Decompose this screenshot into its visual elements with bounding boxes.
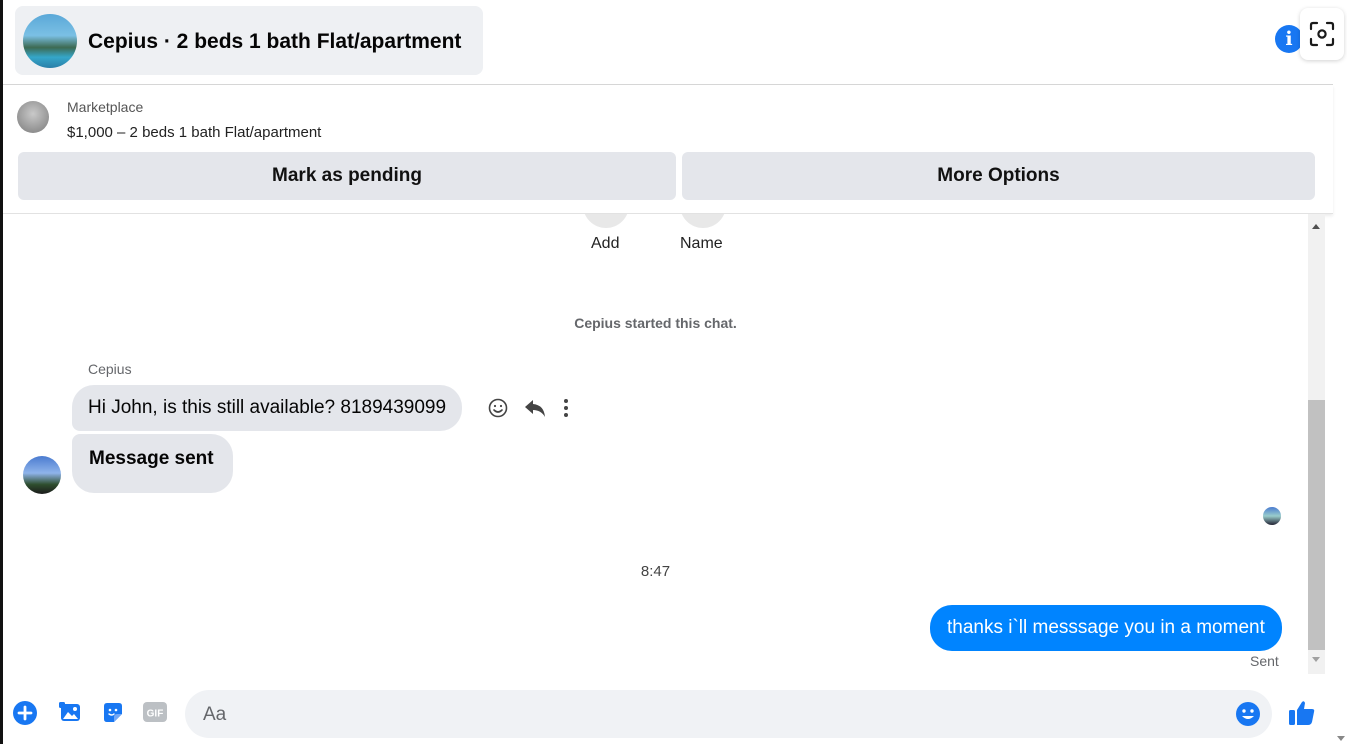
sender-name: Cepius — [88, 361, 132, 377]
info-icon[interactable]: i — [1275, 25, 1303, 53]
screen-capture-icon — [1309, 21, 1335, 47]
scrollbar-thumb[interactable] — [1308, 400, 1325, 650]
photo-icon[interactable] — [58, 700, 83, 725]
delivery-status: Sent — [1250, 653, 1279, 669]
message-actions — [487, 396, 571, 420]
name-action-label: Name — [680, 235, 723, 252]
incoming-message-bubble[interactable]: Message sent — [72, 434, 233, 493]
message-text: Message sent — [89, 448, 214, 469]
conversation-title-button[interactable]: Cepius · 2 beds 1 bath Flat/apartment — [15, 6, 483, 75]
svg-text:GIF: GIF — [147, 709, 164, 720]
add-action-label: Add — [591, 235, 620, 252]
outgoing-message-bubble[interactable]: thanks i`ll messsage you in a moment — [930, 605, 1282, 651]
message-composer: GIF — [3, 676, 1333, 744]
incoming-message-bubble[interactable]: Hi John, is this still available? 818943… — [72, 385, 463, 431]
message-input[interactable] — [201, 690, 1225, 740]
message-timestamp: 8:47 — [640, 563, 671, 580]
gif-icon[interactable]: GIF — [142, 700, 168, 724]
listing-thumbnail[interactable] — [17, 101, 49, 133]
listing-price-title[interactable]: $1,000 – 2 beds 1 bath Flat/apartment — [67, 124, 321, 141]
sticker-icon[interactable] — [100, 700, 126, 726]
thumbs-up-icon[interactable] — [1287, 698, 1317, 728]
add-action-circle[interactable] — [583, 214, 629, 228]
chat-scrollbar[interactable] — [1308, 214, 1325, 674]
sender-avatar[interactable] — [23, 456, 61, 494]
system-message: Cepius started this chat. — [574, 315, 737, 331]
name-action-circle[interactable] — [680, 214, 726, 228]
listing-avatar — [23, 14, 77, 68]
message-input-container[interactable] — [185, 690, 1272, 740]
more-options-button[interactable]: More Options — [682, 152, 1315, 200]
plus-circle-icon[interactable] — [12, 700, 38, 726]
emoji-icon[interactable] — [1235, 701, 1261, 727]
message-thread: Add Name Cepius started this chat. Cepiu… — [3, 214, 1308, 674]
mark-as-pending-button[interactable]: Mark as pending — [18, 152, 676, 200]
scroll-down-arrow-icon[interactable] — [1312, 657, 1320, 662]
seen-indicator-avatar — [1263, 507, 1281, 525]
window-resize-caret-icon — [1337, 736, 1345, 741]
scroll-up-arrow-icon[interactable] — [1312, 224, 1320, 229]
more-vertical-icon[interactable] — [561, 397, 571, 419]
conversation-title: Cepius · 2 beds 1 bath Flat/apartment — [88, 30, 462, 53]
listing-source: Marketplace — [67, 99, 144, 115]
chat-header: Cepius · 2 beds 1 bath Flat/apartment i — [3, 0, 1333, 85]
react-emoji-icon[interactable] — [487, 397, 509, 419]
reply-icon[interactable] — [523, 397, 547, 419]
screen-capture-button[interactable] — [1300, 8, 1344, 60]
marketplace-listing-panel: Marketplace $1,000 – 2 beds 1 bath Flat/… — [3, 85, 1333, 214]
